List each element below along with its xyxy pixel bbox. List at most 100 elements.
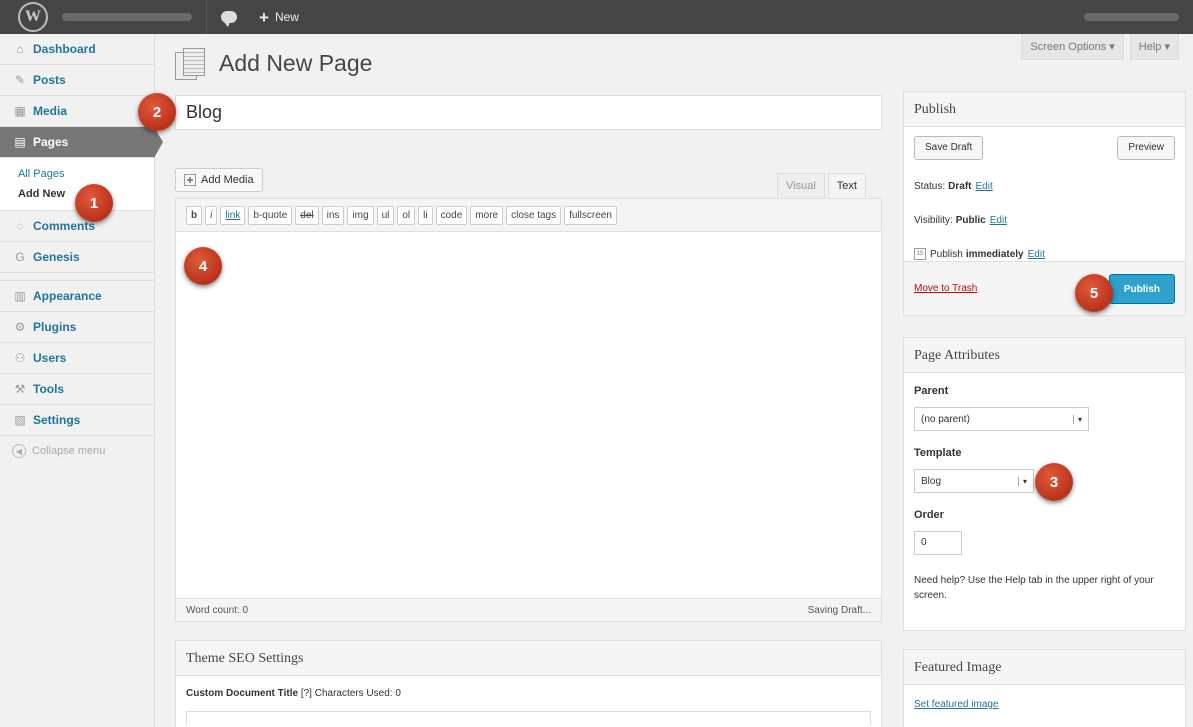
qt-blockquote-button[interactable]: b-quote — [248, 205, 293, 225]
visibility-label: Visibility: — [914, 214, 953, 226]
qt-bold-button[interactable]: b — [186, 205, 203, 225]
qt-del-button[interactable]: del — [295, 205, 319, 225]
sidebar-item-dashboard[interactable]: ⌂ Dashboard — [0, 34, 154, 65]
genesis-icon: G — [15, 250, 25, 264]
add-media-button[interactable]: ✚ Add Media — [175, 168, 263, 192]
featured-image-title[interactable]: Featured Image — [904, 650, 1185, 685]
sidebar-item-tools[interactable]: ⚒ Tools — [0, 374, 154, 405]
edit-publish-time-link[interactable]: Edit — [1028, 249, 1045, 260]
users-icon: ⚇ — [14, 351, 26, 365]
sidebar-item-appearance[interactable]: ▥ Appearance — [0, 281, 154, 312]
set-featured-image-link[interactable]: Set featured image — [904, 685, 1185, 724]
plugins-icon: ⚙ — [14, 320, 26, 334]
collapse-menu-button[interactable]: ◀ Collapse menu — [0, 436, 154, 466]
sidebar-item-users[interactable]: ⚇ Users — [0, 343, 154, 374]
tools-icon: ⚒ — [14, 382, 26, 396]
sidebar-item-label: Pages — [33, 135, 69, 149]
qt-link-button[interactable]: link — [220, 205, 246, 225]
qt-fullscreen-button[interactable]: fullscreen — [564, 205, 617, 225]
order-input[interactable]: 0 — [914, 531, 962, 555]
sidebar-item-label: Dashboard — [33, 42, 96, 56]
new-content-link[interactable]: + New — [259, 9, 299, 26]
qt-close-tags-button[interactable]: close tags — [506, 205, 562, 225]
sidebar-item-plugins[interactable]: ⚙ Plugins — [0, 312, 154, 343]
callout-badge-5: 5 — [1075, 274, 1113, 312]
seo-box-title[interactable]: Theme SEO Settings — [176, 641, 881, 676]
editor-status-bar: Word count: 0 Saving Draft... — [176, 598, 881, 621]
save-draft-button[interactable]: Save Draft — [914, 136, 984, 160]
page-heading: Add New Page — [175, 48, 373, 80]
content-editor[interactable]: b i link b-quote del ins img ul ol li co… — [175, 198, 882, 622]
autosave-status: Saving Draft... — [807, 604, 871, 616]
posts-icon: ✎ — [14, 73, 26, 87]
publish-button[interactable]: Publish — [1108, 273, 1175, 304]
sidebar-item-label: Genesis — [33, 250, 80, 264]
template-select[interactable]: Blog ▾ — [914, 469, 1034, 493]
screen-options-tab[interactable]: Screen Options ▾ — [1021, 34, 1124, 60]
qt-ins-button[interactable]: ins — [321, 205, 345, 225]
sidebar-item-settings[interactable]: ▧ Settings — [0, 405, 154, 436]
sidebar-item-genesis[interactable]: G Genesis — [0, 242, 154, 273]
post-title-input[interactable] — [175, 95, 882, 130]
callout-badge-4: 4 — [184, 247, 222, 285]
publish-label: Publish — [930, 248, 963, 260]
status-label: Status: — [914, 180, 946, 192]
template-select-value: Blog — [921, 475, 942, 487]
sidebar-item-comments[interactable]: ◌ Comments — [0, 211, 154, 242]
tab-visual[interactable]: Visual — [777, 173, 825, 198]
sidebar-item-label: Posts — [33, 73, 66, 87]
editor-mode-tabs: Visual Text — [777, 173, 866, 198]
publish-box-title[interactable]: Publish — [904, 92, 1185, 127]
sidebar-item-media[interactable]: ▦ Media — [0, 96, 154, 127]
seo-document-title-label: Custom Document Title [?] Characters Use… — [176, 676, 881, 711]
comment-bubble-icon[interactable] — [221, 11, 237, 27]
seo-document-title-input[interactable] — [186, 711, 871, 725]
page-title: Add New Page — [219, 49, 373, 76]
callout-badge-2: 2 — [138, 93, 176, 131]
chevron-down-icon: ▾ — [1072, 414, 1082, 424]
publish-major-actions: Move to Trash Publish — [904, 261, 1185, 315]
attributes-help-text: Need help? Use the Help tab in the upper… — [914, 575, 1154, 601]
site-name-blurred[interactable] — [62, 13, 192, 21]
calendar-icon: 15 — [914, 248, 926, 260]
qt-code-button[interactable]: code — [435, 205, 468, 225]
quicktags-toolbar: b i link b-quote del ins img ul ol li co… — [176, 199, 881, 232]
edit-status-link[interactable]: Edit — [975, 181, 992, 192]
qt-italic-button[interactable]: i — [205, 205, 218, 225]
qt-more-button[interactable]: more — [470, 205, 504, 225]
wordpress-logo-icon[interactable]: W — [18, 2, 48, 32]
help-mark[interactable]: [?] — [301, 688, 312, 699]
page-attributes-title[interactable]: Page Attributes — [904, 338, 1185, 373]
sidebar-item-pages[interactable]: ▤ Pages — [0, 127, 163, 158]
collapse-arrow-icon: ◀ — [12, 444, 26, 458]
featured-image-box: Featured Image Set featured image — [903, 649, 1186, 727]
help-tab[interactable]: Help ▾ — [1129, 34, 1179, 60]
edit-visibility-link[interactable]: Edit — [990, 215, 1007, 226]
sidebar-item-posts[interactable]: ✎ Posts — [0, 65, 154, 96]
dashboard-icon: ⌂ — [16, 42, 24, 56]
admin-bar: W + New — [0, 0, 1193, 34]
word-count: Word count: 0 — [186, 604, 249, 616]
preview-button[interactable]: Preview — [1117, 136, 1175, 160]
move-to-trash-link[interactable]: Move to Trash — [914, 283, 977, 294]
visibility-value: Public — [955, 214, 986, 226]
qt-ol-button[interactable]: ol — [397, 205, 416, 225]
qt-img-button[interactable]: img — [347, 205, 374, 225]
qt-li-button[interactable]: li — [418, 205, 433, 225]
theme-seo-settings-box: Theme SEO Settings Custom Document Title… — [175, 640, 882, 727]
media-icon: ✚ — [184, 174, 196, 186]
tab-text[interactable]: Text — [827, 173, 866, 198]
visibility-row: Visibility: Public Edit — [904, 203, 1185, 237]
order-label: Order — [914, 509, 944, 521]
qt-ul-button[interactable]: ul — [376, 205, 395, 225]
submenu-all-pages[interactable]: All Pages — [18, 164, 154, 184]
pages-icon: ▤ — [14, 135, 26, 149]
parent-select[interactable]: (no parent) ▾ — [914, 407, 1089, 431]
seo-field-label: Custom Document Title — [186, 688, 299, 699]
status-value: Draft — [948, 180, 972, 192]
settings-icon: ▧ — [14, 413, 26, 427]
sidebar-item-label: Appearance — [33, 289, 102, 303]
user-account-blurred[interactable] — [1084, 13, 1179, 21]
parent-label: Parent — [914, 385, 949, 397]
publish-box: Publish Save Draft Preview Status: Draft… — [903, 91, 1186, 316]
